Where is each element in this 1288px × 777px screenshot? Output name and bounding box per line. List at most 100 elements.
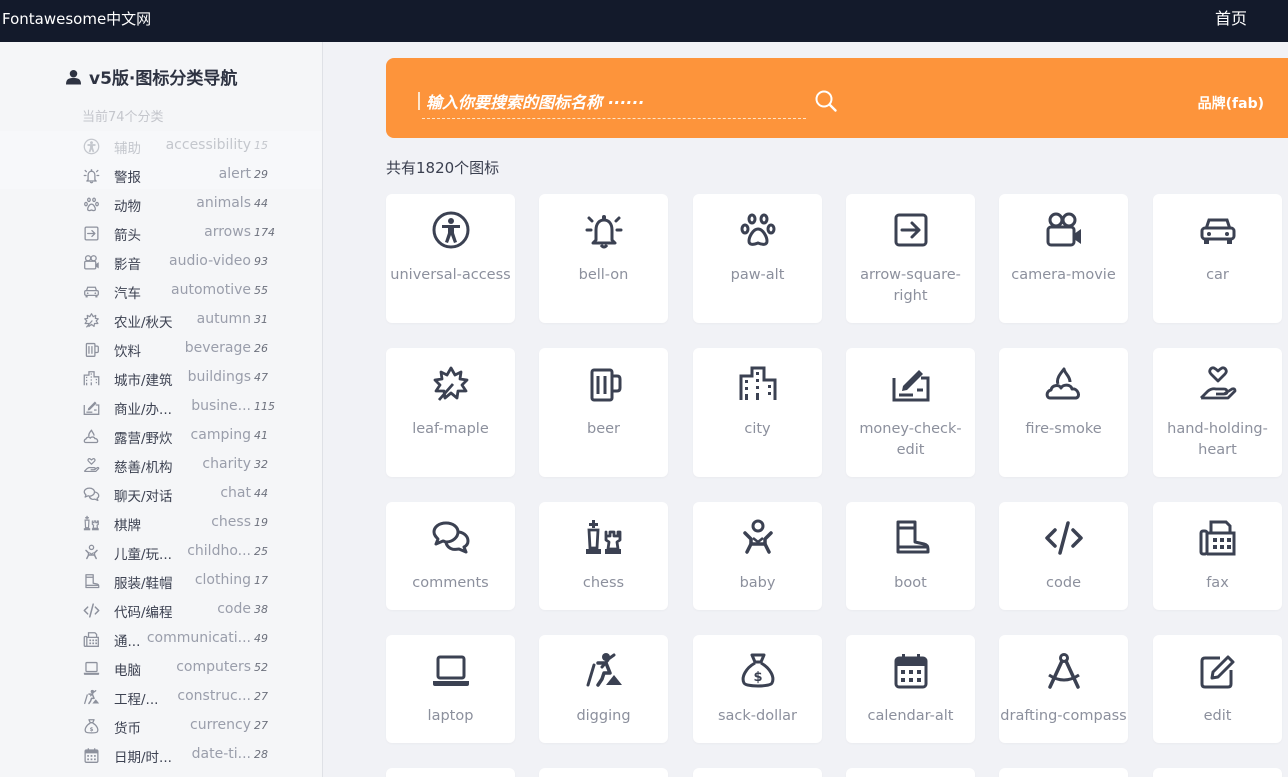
category-icon <box>82 485 100 503</box>
money-check-edit-icon <box>83 401 99 415</box>
category-icon <box>82 543 100 561</box>
icon-card[interactable]: fax <box>1153 502 1282 610</box>
icon-card[interactable]: comments <box>386 502 515 610</box>
icon-card[interactable]: money-check-edit <box>846 348 975 477</box>
sidebar-category-currency[interactable]: $ 货币 currency 27 <box>0 711 322 740</box>
icon-card[interactable]: laptop <box>386 635 515 743</box>
icon-card[interactable]: hand-holding-heart <box>1153 348 1282 477</box>
icon-card[interactable]: chess <box>539 502 668 610</box>
icon-preview <box>693 364 822 404</box>
category-icon <box>82 224 100 242</box>
sidebar-category-charity[interactable]: 慈善/机构 charity 32 <box>0 450 322 479</box>
category-name-cn: 日期/时... <box>114 750 172 766</box>
icon-label: chess <box>582 575 625 591</box>
category-name-en: beverage <box>184 340 251 356</box>
sidebar-category-arrows[interactable]: 箭头 arrows 174 <box>0 218 322 247</box>
icon-card[interactable]: arrow-square-right <box>846 194 975 323</box>
category-name-en: camping <box>190 427 251 443</box>
category-icon <box>82 282 100 300</box>
icon-card[interactable]: beer <box>539 348 668 477</box>
sidebar-category-clothing[interactable]: 服装/鞋帽 clothing 17 <box>0 566 322 595</box>
city-icon <box>83 370 99 385</box>
car-icon <box>1200 218 1235 244</box>
icon-preview <box>539 518 668 558</box>
chess-icon <box>83 515 99 530</box>
sidebar-category-busine[interactable]: 商业/办... busine... 115 <box>0 392 322 421</box>
search-icon <box>815 90 837 112</box>
icon-preview <box>539 364 668 404</box>
sidebar-category-audiovideo[interactable]: 影音 audio-video 93 <box>0 247 322 276</box>
brand-filter-link[interactable]: 品牌(fab) <box>1198 93 1264 113</box>
category-name-en: autumn <box>196 311 251 327</box>
icon-preview <box>539 651 668 691</box>
icon-card[interactable]: code <box>999 502 1128 610</box>
category-count-badge: 93 <box>254 255 268 268</box>
category-name-en: code <box>217 601 251 617</box>
icon-card-partial[interactable] <box>693 768 822 777</box>
icon-card[interactable]: boot <box>846 502 975 610</box>
search-bar: 品牌(fab) <box>386 58 1288 138</box>
icon-card[interactable]: baby <box>693 502 822 610</box>
icon-card[interactable]: $ sack-dollar <box>693 635 822 743</box>
icon-card[interactable]: camera-movie <box>999 194 1128 323</box>
sidebar-category-alert[interactable]: 警报 alert 29 <box>0 160 322 189</box>
icon-card[interactable]: calendar-alt <box>846 635 975 743</box>
icon-label: calendar-alt <box>867 708 954 724</box>
icon-card-partial[interactable] <box>846 768 975 777</box>
fax-icon <box>1199 520 1235 556</box>
icon-label: drafting-compass <box>1000 708 1127 724</box>
category-name-en: alert <box>218 166 251 182</box>
sidebar-category-childho[interactable]: 儿童/玩... childho... 25 <box>0 537 322 566</box>
icon-card[interactable]: edit <box>1153 635 1282 743</box>
sidebar-title: v5版·图标分类导航 <box>66 64 237 89</box>
beer-icon <box>590 368 621 402</box>
sidebar-category-chat[interactable]: 聊天/对话 chat 44 <box>0 479 322 508</box>
comments-icon <box>83 486 99 501</box>
icon-card[interactable]: bell-on <box>539 194 668 323</box>
sidebar-category-animals[interactable]: 动物 animals 44 <box>0 189 322 218</box>
icon-card-partial[interactable] <box>539 768 668 777</box>
icon-card[interactable]: fire-smoke <box>999 348 1128 477</box>
car-icon <box>83 286 99 297</box>
category-name-en: buildings <box>187 369 251 385</box>
sidebar-category-construc[interactable]: 工程/... construc... 27 <box>0 682 322 711</box>
category-list: 辅助 accessibility 15 警报 alert 29 动物 animals 44 箭头 a… <box>0 131 322 769</box>
sidebar-category-code[interactable]: 代码/编程 code 38 <box>0 595 322 624</box>
sidebar-category-automotive[interactable]: 汽车 automotive 55 <box>0 276 322 305</box>
sidebar-category-autumn[interactable]: 农业/秋天 autumn 31 <box>0 305 322 334</box>
home-link[interactable]: 首页 <box>1215 9 1247 28</box>
search-input[interactable] <box>422 86 806 119</box>
category-name-en: construc... <box>177 688 251 704</box>
icon-preview <box>693 518 822 558</box>
icon-card-partial[interactable] <box>999 768 1128 777</box>
sidebar-category-chess[interactable]: 棋牌 chess 19 <box>0 508 322 537</box>
icon-preview <box>386 518 515 558</box>
category-name-cn: 城市/建筑 <box>114 373 173 389</box>
sidebar-category-beverage[interactable]: 饮料 beverage 26 <box>0 334 322 363</box>
icon-preview <box>386 651 515 691</box>
icon-card[interactable]: drafting-compass <box>999 635 1128 743</box>
search-button[interactable] <box>814 89 838 113</box>
sidebar-category-buildings[interactable]: 城市/建筑 buildings 47 <box>0 363 322 392</box>
icon-card-partial[interactable] <box>386 768 515 777</box>
icon-card[interactable]: digging <box>539 635 668 743</box>
icon-card-partial[interactable] <box>1153 768 1282 777</box>
sidebar-title-text: v5版·图标分类导航 <box>89 69 238 89</box>
sidebar-category-computers[interactable]: 电脑 computers 52 <box>0 653 322 682</box>
sidebar-category-accessibility[interactable]: 辅助 accessibility 15 <box>0 131 322 160</box>
icon-card[interactable]: universal-access <box>386 194 515 323</box>
universal-access-icon <box>83 138 99 154</box>
icon-card[interactable]: car <box>1153 194 1282 323</box>
icon-card[interactable]: leaf-maple <box>386 348 515 477</box>
site-brand[interactable]: Fontawesome中文网 <box>2 10 151 28</box>
camera-movie-icon <box>83 254 99 270</box>
icon-card[interactable]: city <box>693 348 822 477</box>
icon-card[interactable]: paw-alt <box>693 194 822 323</box>
icon-label: bell-on <box>578 267 629 283</box>
sidebar-category-camping[interactable]: 露营/野炊 camping 41 <box>0 421 322 450</box>
total-count: 共有1820个图标 <box>386 159 500 177</box>
sidebar-category-communicati[interactable]: 通... communicati... 49 <box>0 624 322 653</box>
sidebar-category-dateti[interactable]: 日期/时... date-ti... 28 <box>0 740 322 769</box>
boot-icon <box>84 573 99 588</box>
fax-icon <box>83 631 99 647</box>
